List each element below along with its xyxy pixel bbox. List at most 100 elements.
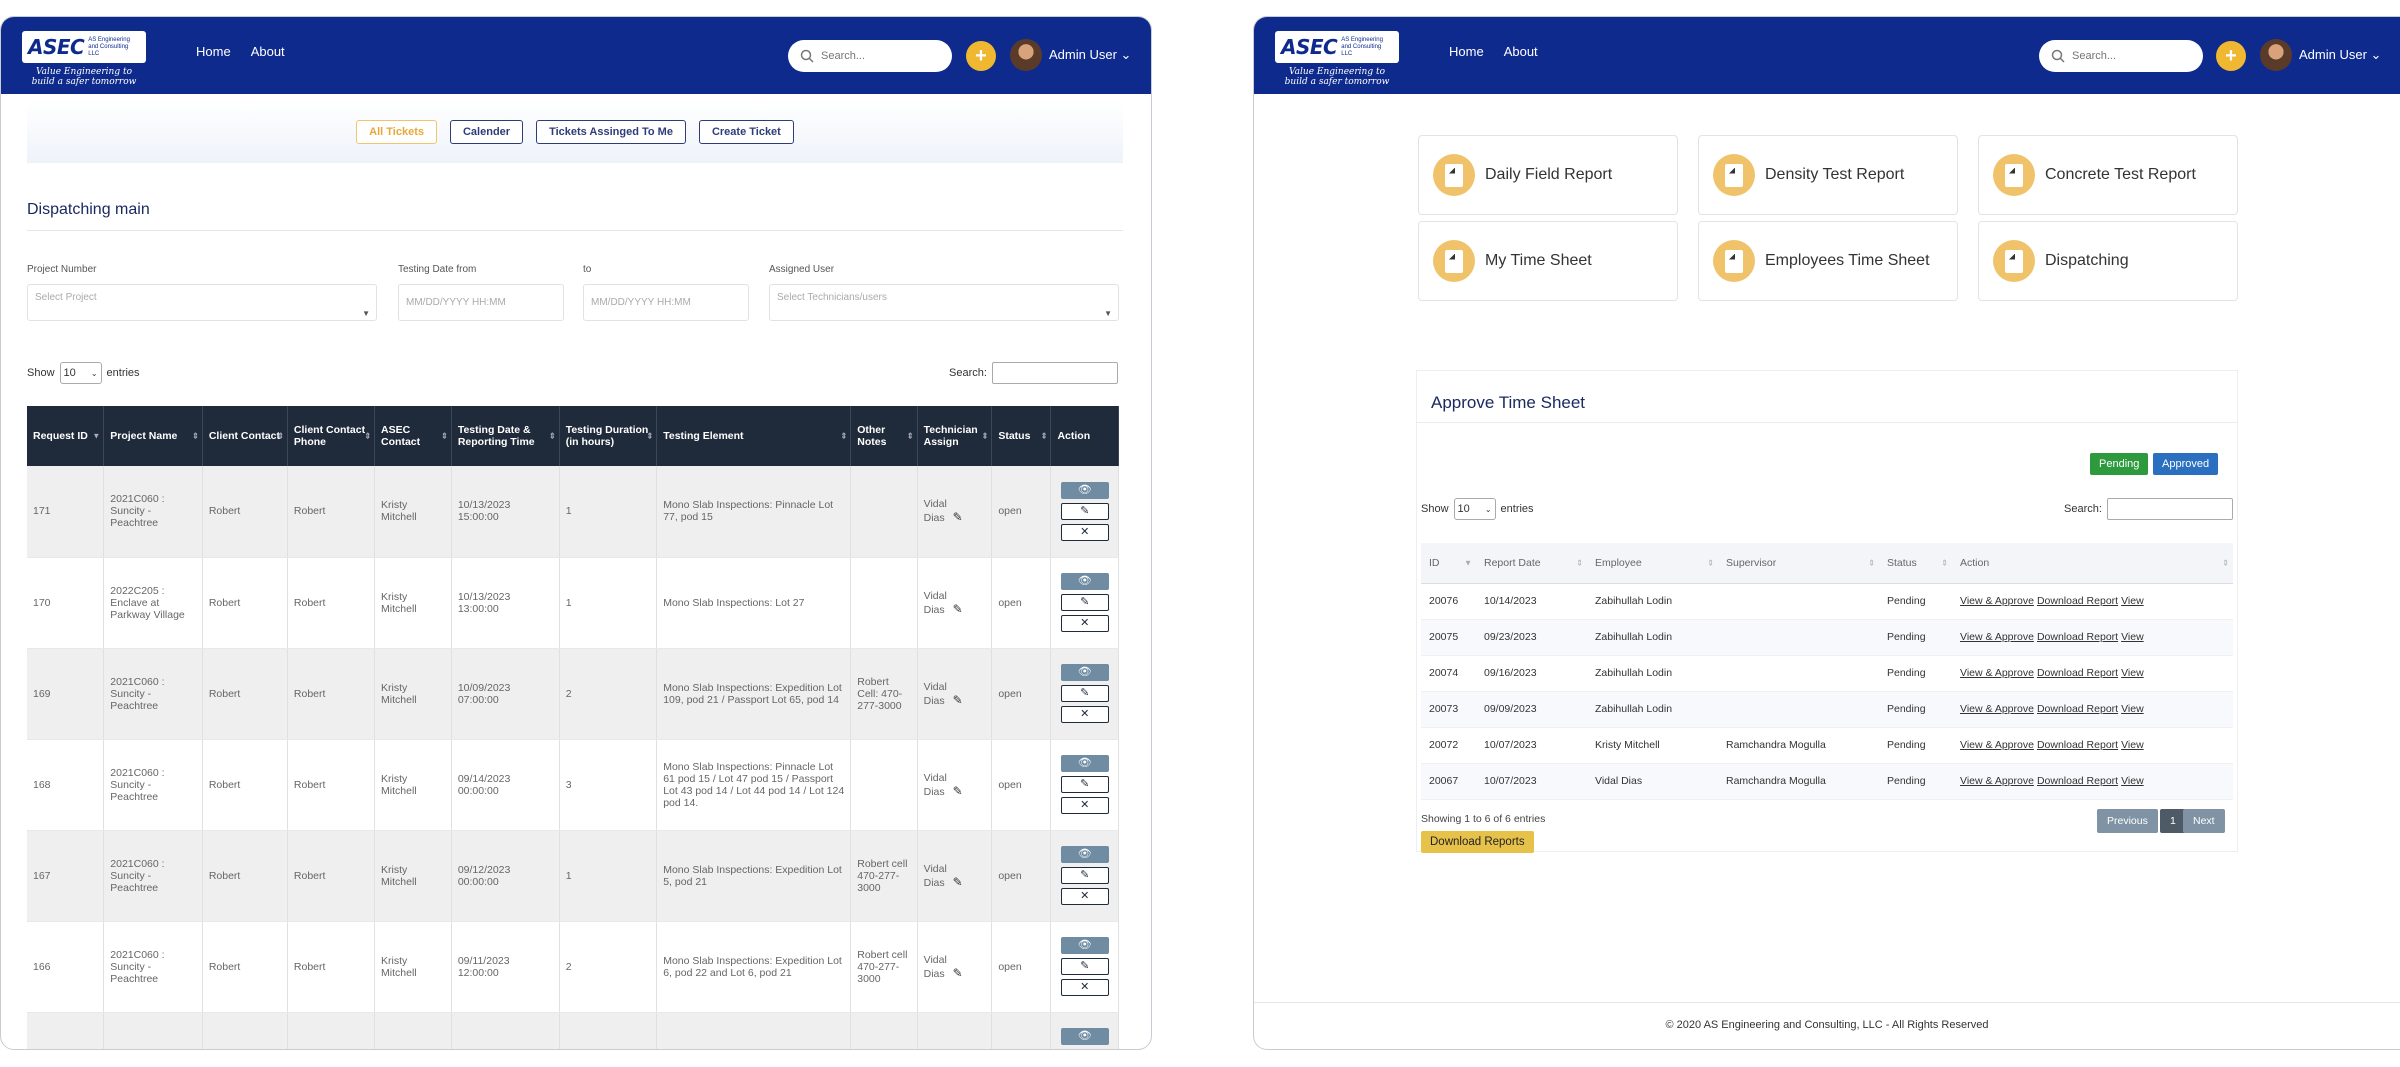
edit-icon[interactable]: ✎ (1060, 594, 1109, 611)
table-search-input[interactable] (2106, 498, 2233, 520)
download-report-link[interactable]: Download Report (2037, 775, 2118, 787)
approved-filter-button[interactable]: Approved (2153, 453, 2219, 475)
user-menu[interactable]: Admin User ⌄ (2299, 47, 2381, 63)
column-header[interactable]: Client Contact Phone ⇕ (287, 406, 376, 466)
nav-home-link[interactable]: Home (1449, 44, 1484, 59)
view-link[interactable]: View (2121, 667, 2144, 679)
view-approve-link[interactable]: View & Approve (1960, 739, 2034, 751)
column-header[interactable]: Employee ⇕ (1587, 543, 1718, 584)
tab-all-tickets[interactable]: All Tickets (356, 120, 437, 144)
column-header[interactable]: Testing Date & Reporting Time ⇕ (451, 406, 560, 466)
column-header[interactable]: Project Name ⇕ (103, 406, 203, 466)
edit-icon[interactable]: ✎ (1060, 685, 1109, 702)
delete-icon[interactable]: ✕ (1060, 797, 1109, 814)
column-header[interactable]: Client Contact ⇕ (202, 406, 288, 466)
add-button[interactable]: + (2216, 41, 2246, 71)
edit-assign-icon[interactable]: ✎ (953, 510, 963, 524)
edit-icon[interactable]: ✎ (1060, 776, 1109, 793)
view-link[interactable]: View (2121, 631, 2144, 643)
column-header[interactable]: Report Date ⇕ (1476, 543, 1587, 584)
search-input[interactable] (821, 50, 941, 62)
column-header[interactable]: Status ⇕ (1879, 543, 1952, 584)
report-card[interactable]: Density Test Report (1698, 135, 1958, 215)
edit-assign-icon[interactable]: ✎ (953, 693, 963, 707)
search-box[interactable] (788, 40, 952, 72)
search-input[interactable] (2072, 50, 2192, 62)
delete-icon[interactable]: ✕ (1060, 888, 1109, 905)
view-icon[interactable]: 👁 (1060, 573, 1109, 590)
view-approve-link[interactable]: View & Approve (1960, 667, 2034, 679)
tab-calender[interactable]: Calender (449, 120, 524, 144)
view-icon[interactable]: 👁 (1060, 937, 1109, 954)
pending-filter-button[interactable]: Pending (2090, 453, 2149, 475)
next-page-button[interactable]: Next (2183, 809, 2225, 833)
delete-icon[interactable]: ✕ (1060, 979, 1109, 996)
date-to-input[interactable]: MM/DD/YYYY HH:MM (583, 284, 749, 321)
nav-about-link[interactable]: About (1504, 44, 1538, 59)
assigned-user-select[interactable]: Select Technicians/users ▼ (769, 284, 1119, 321)
brand-logo[interactable]: ASEC AS Engineering and Consulting LLC (22, 31, 146, 63)
table-search-input[interactable] (991, 362, 1118, 384)
download-reports-button[interactable]: Download Reports (1421, 831, 1534, 853)
download-report-link[interactable]: Download Report (2037, 739, 2118, 751)
column-header[interactable]: Other Notes ⇕ (850, 406, 918, 466)
column-header[interactable]: Testing Duration (in hours) ⇕ (559, 406, 658, 466)
edit-assign-icon[interactable]: ✎ (953, 784, 963, 798)
report-card[interactable]: Concrete Test Report (1978, 135, 2238, 215)
view-icon[interactable]: 👁 (1060, 481, 1109, 499)
delete-icon[interactable]: ✕ (1060, 706, 1109, 723)
view-link[interactable]: View (2121, 595, 2144, 607)
edit-assign-icon[interactable]: ✎ (953, 602, 963, 616)
report-card[interactable]: Daily Field Report (1418, 135, 1678, 215)
brand-logo[interactable]: ASEC AS Engineering and Consulting LLC (1275, 31, 1399, 63)
report-card[interactable]: Dispatching (1978, 221, 2238, 301)
view-approve-link[interactable]: View & Approve (1960, 703, 2034, 715)
column-header[interactable]: Action ⇕ (1952, 543, 2233, 584)
date-from-input[interactable]: MM/DD/YYYY HH:MM (398, 284, 564, 321)
column-header[interactable]: Testing Element ⇕ (656, 406, 852, 466)
view-icon[interactable]: 👁 (1060, 755, 1109, 772)
edit-assign-icon[interactable]: ✎ (953, 875, 963, 889)
page-size-select[interactable]: 10 ⌄ (59, 362, 102, 384)
edit-icon[interactable]: ✎ (1060, 867, 1109, 884)
column-header[interactable]: Technician Assign ⇕ (917, 406, 993, 466)
user-menu[interactable]: Admin User ⌄ (1049, 47, 1131, 63)
avatar[interactable] (1010, 39, 1042, 71)
add-button[interactable]: + (966, 41, 996, 71)
prev-page-button[interactable]: Previous (2097, 809, 2158, 833)
edit-icon[interactable]: ✎ (1060, 502, 1109, 520)
view-icon[interactable]: 👁 (1060, 1028, 1109, 1045)
edit-icon[interactable]: ✎ (1061, 1049, 1109, 1050)
view-icon[interactable]: 👁 (1060, 846, 1109, 863)
column-header[interactable]: ASEC Contact ⇕ (374, 406, 452, 466)
tab-create-ticket[interactable]: Create Ticket (698, 120, 794, 144)
delete-icon[interactable]: ✕ (1060, 615, 1109, 632)
nav-about-link[interactable]: About (251, 44, 285, 59)
search-box[interactable] (2039, 40, 2203, 72)
download-report-link[interactable]: Download Report (2037, 667, 2118, 679)
column-header[interactable]: Status ⇕ (991, 406, 1052, 466)
view-approve-link[interactable]: View & Approve (1960, 631, 2034, 643)
column-header[interactable]: ID ▼ (1421, 543, 1476, 584)
report-card[interactable]: Employees Time Sheet (1698, 221, 1958, 301)
view-icon[interactable]: 👁 (1060, 664, 1109, 681)
column-header[interactable]: Action (1050, 406, 1119, 466)
view-approve-link[interactable]: View & Approve (1960, 775, 2034, 787)
download-report-link[interactable]: Download Report (2037, 703, 2118, 715)
page-size-select[interactable]: 10 ⌄ (1453, 498, 1496, 520)
column-header[interactable]: Request ID ▼ (27, 406, 105, 466)
view-link[interactable]: View (2121, 739, 2144, 751)
edit-assign-icon[interactable]: ✎ (953, 966, 963, 980)
project-select[interactable]: Select Project ▼ (27, 284, 377, 321)
report-card[interactable]: My Time Sheet (1418, 221, 1678, 301)
download-report-link[interactable]: Download Report (2037, 595, 2118, 607)
avatar[interactable] (2260, 39, 2292, 71)
view-link[interactable]: View (2121, 775, 2144, 787)
download-report-link[interactable]: Download Report (2037, 631, 2118, 643)
tab-assigned-to-me[interactable]: Tickets Assinged To Me (536, 120, 686, 144)
delete-icon[interactable]: ✕ (1060, 523, 1109, 541)
nav-home-link[interactable]: Home (196, 44, 231, 59)
view-approve-link[interactable]: View & Approve (1960, 595, 2034, 607)
edit-icon[interactable]: ✎ (1060, 958, 1109, 975)
page-1-button[interactable]: 1 (2160, 809, 2186, 833)
